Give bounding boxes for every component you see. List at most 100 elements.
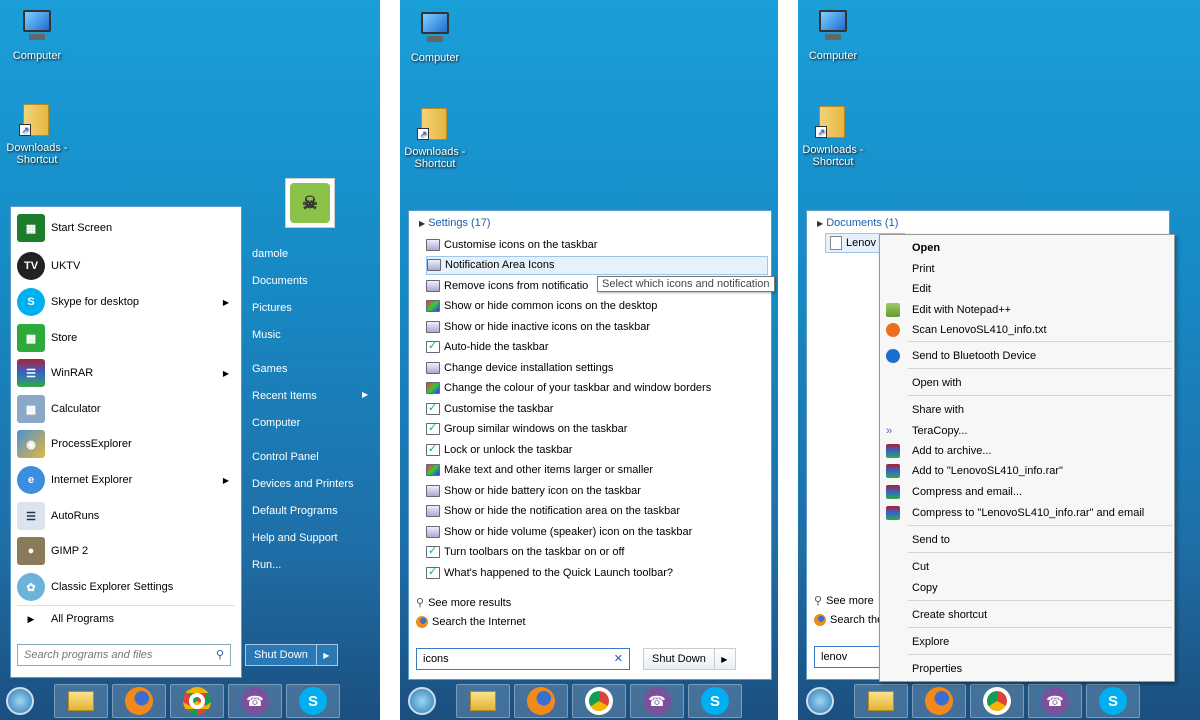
computer-desktop-icon[interactable]: Computer — [798, 8, 868, 62]
right-item-games[interactable]: Games — [252, 363, 287, 375]
search-result-item[interactable]: Customise the taskbar — [426, 399, 756, 418]
results-header[interactable]: ▶ Documents (1) — [817, 217, 898, 229]
taskbar-firefox-button[interactable] — [912, 684, 966, 718]
menu-edit-notepadpp[interactable]: Edit with Notepad++ — [912, 304, 1011, 316]
right-item-control-panel[interactable]: Control Panel — [252, 451, 319, 463]
menu-item-skype[interactable]: S Skype for desktop ▶ — [17, 287, 237, 317]
right-item-computer[interactable]: Computer — [252, 417, 300, 429]
menu-item-gimp[interactable]: ● GIMP 2 — [17, 536, 237, 566]
taskbar-chrome-button[interactable] — [572, 684, 626, 718]
menu-compress-email[interactable]: Compress and email... — [912, 486, 1022, 498]
menu-send-to[interactable]: Send to — [912, 534, 950, 546]
menu-item-start-screen[interactable]: ▦ Start Screen — [17, 213, 237, 243]
menu-edit[interactable]: Edit — [912, 283, 931, 295]
search-result-item[interactable]: Show or hide common icons on the desktop — [426, 297, 756, 316]
right-item-music[interactable]: Music — [252, 329, 281, 341]
search-internet[interactable]: Search the — [814, 614, 883, 626]
menu-teracopy[interactable]: TeraCopy... — [912, 425, 967, 437]
menu-item-store[interactable]: ▦ Store — [17, 323, 237, 353]
right-item-user[interactable]: damole — [252, 248, 288, 260]
taskbar-firefox-button[interactable] — [112, 684, 166, 718]
menu-item-classic-explorer[interactable]: ✿ Classic Explorer Settings — [17, 572, 237, 602]
search-result-item[interactable]: Customise icons on the taskbar — [426, 235, 756, 254]
taskbar-skype-button[interactable]: S — [1086, 684, 1140, 718]
search-result-item[interactable]: Notification Area Icons — [426, 255, 768, 275]
menu-explore[interactable]: Explore — [912, 636, 949, 648]
shutdown-button[interactable]: Shut Down ▶ — [643, 648, 736, 670]
search-result-item[interactable]: Show or hide volume (speaker) icon on th… — [426, 522, 756, 541]
see-more-results[interactable]: ⚲ See more results — [416, 596, 511, 610]
start-orb-icon[interactable] — [408, 687, 436, 715]
taskbar-skype-button[interactable]: S — [286, 684, 340, 718]
right-item-pictures[interactable]: Pictures — [252, 302, 292, 314]
menu-add-rar[interactable]: Add to "LenovoSL410_info.rar" — [912, 465, 1063, 477]
shutdown-button[interactable]: Shut Down ▶ — [245, 644, 338, 666]
menu-open-with[interactable]: Open with — [912, 377, 962, 389]
menu-send-bluetooth[interactable]: Send to Bluetooth Device — [912, 350, 1036, 362]
taskbar-chrome-button[interactable] — [170, 684, 224, 718]
shutdown-options-arrow-icon[interactable]: ▶ — [315, 645, 336, 665]
taskbar-viber-button[interactable]: ☎ — [630, 684, 684, 718]
menu-item-winrar[interactable]: ☰ WinRAR ▶ — [17, 358, 237, 388]
menu-scan[interactable]: Scan LenovoSL410_info.txt — [912, 324, 1047, 336]
menu-item-uktv[interactable]: TV UKTV — [17, 251, 237, 281]
menu-copy[interactable]: Copy — [912, 582, 938, 594]
right-item-documents[interactable]: Documents — [252, 275, 308, 287]
search-input[interactable]: lenov — [814, 646, 884, 668]
menu-share-with[interactable]: Share with — [912, 404, 964, 416]
all-programs[interactable]: ▶ All Programs — [17, 604, 237, 634]
menu-item-processexplorer[interactable]: ◉ ProcessExplorer — [17, 429, 237, 459]
menu-open[interactable]: Open — [912, 242, 940, 254]
right-item-help-support[interactable]: Help and Support — [252, 532, 338, 544]
search-result-item[interactable]: Change the colour of your taskbar and wi… — [426, 379, 756, 398]
menu-add-archive[interactable]: Add to archive... — [912, 445, 992, 457]
downloads-desktop-icon[interactable]: ↗ Downloads - Shortcut — [2, 100, 72, 166]
menu-properties[interactable]: Properties — [912, 663, 962, 675]
menu-item-autoruns[interactable]: ☰ AutoRuns — [17, 501, 237, 531]
right-item-run[interactable]: Run... — [252, 559, 281, 571]
menu-item-ie[interactable]: e Internet Explorer ▶ — [17, 465, 237, 495]
clear-icon[interactable]: ✕ — [614, 652, 623, 665]
search-result-item[interactable]: Turn toolbars on the taskbar on or off — [426, 543, 756, 562]
search-result-item[interactable]: Auto-hide the taskbar — [426, 338, 756, 357]
menu-create-shortcut[interactable]: Create shortcut — [912, 609, 987, 621]
search-result-item[interactable]: Group similar windows on the taskbar — [426, 420, 756, 439]
right-item-devices-printers[interactable]: Devices and Printers — [252, 478, 354, 490]
downloads-desktop-icon[interactable]: ↗ Downloads - Shortcut — [400, 104, 470, 170]
search-result-item[interactable]: Show or hide the notification area on th… — [426, 502, 756, 521]
taskbar-skype-button[interactable]: S — [688, 684, 742, 718]
results-header[interactable]: ▶ Settings (17) — [419, 217, 491, 229]
search-input[interactable]: Search programs and files ⚲ — [17, 644, 231, 666]
separator — [908, 395, 1172, 396]
computer-desktop-icon[interactable]: Computer — [2, 8, 72, 62]
start-orb-icon[interactable] — [806, 687, 834, 715]
menu-compress-rar-email[interactable]: Compress to "LenovoSL410_info.rar" and e… — [912, 507, 1144, 519]
search-result-item[interactable]: What's happened to the Quick Launch tool… — [426, 563, 756, 582]
taskbar-chrome-button[interactable] — [970, 684, 1024, 718]
search-result-item[interactable]: Show or hide inactive icons on the taskb… — [426, 317, 756, 336]
downloads-desktop-icon[interactable]: ↗ Downloads - Shortcut — [798, 102, 868, 168]
search-result-item[interactable]: Make text and other items larger or smal… — [426, 461, 756, 480]
taskbar-viber-button[interactable]: ☎ — [228, 684, 282, 718]
right-item-recent-items[interactable]: Recent Items — [252, 390, 317, 402]
menu-print[interactable]: Print — [912, 263, 935, 275]
taskbar-explorer-button[interactable] — [456, 684, 510, 718]
search-internet[interactable]: Search the Internet — [416, 616, 526, 628]
search-input[interactable]: icons ✕ — [416, 648, 630, 670]
taskbar-firefox-button[interactable] — [514, 684, 568, 718]
taskbar-explorer-button[interactable] — [54, 684, 108, 718]
start-orb-icon[interactable] — [6, 687, 34, 715]
computer-desktop-icon[interactable]: Computer — [400, 10, 470, 64]
taskbar-explorer-button[interactable] — [854, 684, 908, 718]
notepadpp-icon — [886, 303, 900, 317]
menu-item-calculator[interactable]: ▦ Calculator — [17, 394, 237, 424]
search-result-item[interactable]: Show or hide battery icon on the taskbar — [426, 481, 756, 500]
taskbar-viber-button[interactable]: ☎ — [1028, 684, 1082, 718]
menu-cut[interactable]: Cut — [912, 561, 929, 573]
firefox-icon — [527, 687, 555, 715]
search-result-item[interactable]: Lock or unlock the taskbar — [426, 440, 756, 459]
search-result-item[interactable]: Change device installation settings — [426, 358, 756, 377]
right-item-default-programs[interactable]: Default Programs — [252, 505, 338, 517]
shutdown-options-arrow-icon[interactable]: ▶ — [713, 649, 734, 669]
see-more-results[interactable]: ⚲ See more — [814, 594, 874, 608]
